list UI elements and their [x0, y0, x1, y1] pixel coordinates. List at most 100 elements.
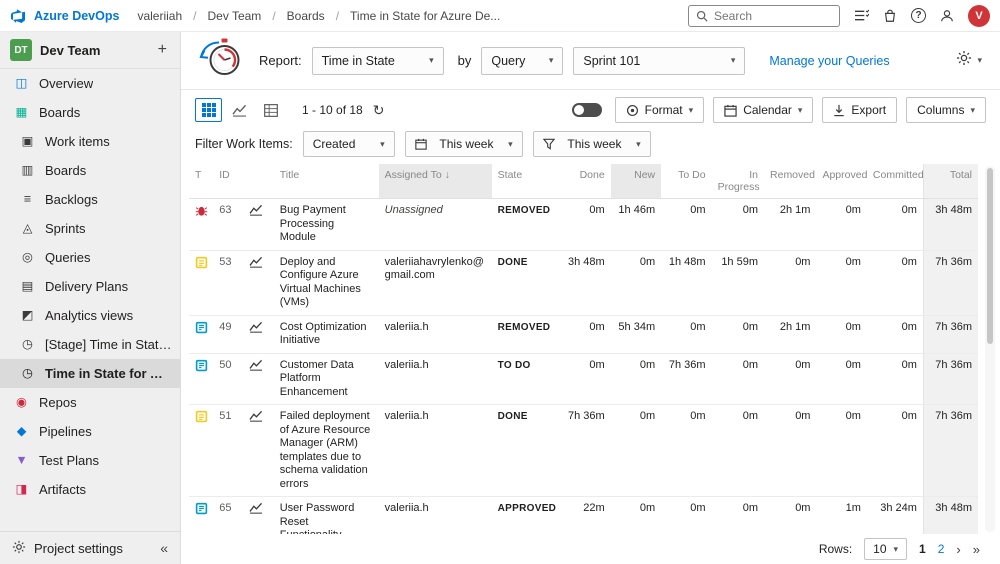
format-button[interactable]: Format ▾: [615, 97, 705, 123]
row-chart-icon[interactable]: [249, 502, 263, 514]
sidebar-item-test-plans[interactable]: ▼ Test Plans: [0, 446, 180, 475]
project-settings-button[interactable]: Project settings «: [0, 531, 180, 564]
column-header-approved[interactable]: Approved: [816, 164, 866, 199]
search-input[interactable]: [714, 9, 832, 23]
work-item-title[interactable]: Customer Data Platform Enhancement: [274, 353, 379, 405]
grid-view-button[interactable]: [195, 98, 222, 122]
sidebar-item-sprints[interactable]: ◬ Sprints: [0, 214, 180, 243]
table-row[interactable]: 65 User Password Reset Functionality val…: [189, 497, 978, 535]
boards-icon: ▦: [13, 106, 30, 119]
work-item-id: 63: [213, 199, 243, 251]
sidebar-item-stage-time-in-state-for-azur[interactable]: ◷ [Stage] Time in State for Azur...: [0, 330, 180, 359]
row-chart-icon[interactable]: [249, 204, 263, 216]
time-in-progress: 0m: [712, 405, 764, 497]
work-item-title[interactable]: Bug Payment Processing Module: [274, 199, 379, 251]
breadcrumb-hub[interactable]: Boards: [287, 9, 325, 23]
time-total: 3h 48m: [923, 199, 978, 251]
report-type-select[interactable]: Time in State ▾: [312, 47, 444, 75]
refresh-icon[interactable]: ↻: [373, 102, 385, 119]
work-item-title[interactable]: Failed deployment of Azure Resource Mana…: [274, 405, 379, 497]
sidebar-item-pipelines[interactable]: ◆ Pipelines: [0, 417, 180, 446]
page-2-button[interactable]: 2: [938, 542, 945, 556]
project-name[interactable]: Dev Team: [40, 43, 147, 58]
chart-view-button[interactable]: [226, 98, 253, 122]
table-row[interactable]: 63 Bug Payment Processing Module Unassig…: [189, 199, 978, 251]
rows-label: Rows:: [819, 542, 852, 556]
vertical-scrollbar[interactable]: [985, 166, 995, 532]
column-header-committed[interactable]: Committed: [867, 164, 924, 199]
user-settings-icon[interactable]: [940, 9, 954, 23]
scrollbar-thumb[interactable]: [987, 168, 993, 344]
sidebar-item-repos[interactable]: ◉ Repos: [0, 388, 180, 417]
search-box[interactable]: [688, 5, 840, 27]
table-row[interactable]: 51 Failed deployment of Azure Resource M…: [189, 405, 978, 497]
column-header-in-progress[interactable]: In Progress: [712, 164, 764, 199]
breadcrumb-page[interactable]: Time in State for Azure De...: [350, 9, 500, 23]
query-select[interactable]: Sprint 101 ▾: [573, 47, 745, 75]
row-chart-icon[interactable]: [249, 321, 263, 333]
rows-per-page-select[interactable]: 10 ▾: [864, 538, 907, 560]
sidebar-item-boards[interactable]: ▥ Boards: [0, 156, 180, 185]
manage-queries-link[interactable]: Manage your Queries: [769, 54, 889, 68]
filter-bar: Filter Work Items: Created ▾ This week ▾: [181, 130, 1000, 164]
project-avatar[interactable]: DT: [10, 39, 32, 61]
marketplace-bag-icon[interactable]: [883, 9, 897, 23]
row-chart-icon[interactable]: [249, 256, 263, 268]
time-removed: 0m: [764, 250, 816, 315]
column-header-assigned-to[interactable]: Assigned To ↓: [379, 164, 492, 199]
sidebar-item-time-in-state-for-azure-devo[interactable]: ◷ Time in State for Azure DevO...: [0, 359, 180, 388]
time-in-progress: 0m: [712, 497, 764, 535]
created-range-select[interactable]: This week ▾: [405, 131, 523, 157]
collapse-sidebar-icon[interactable]: «: [160, 540, 168, 556]
changed-range-select[interactable]: This week ▾: [533, 131, 651, 157]
column-header-total[interactable]: Total: [923, 164, 978, 199]
column-header-state[interactable]: State: [492, 164, 557, 199]
matrix-view-button[interactable]: [257, 98, 284, 122]
column-header-title[interactable]: Title: [274, 164, 379, 199]
task-list-icon[interactable]: [854, 9, 869, 22]
sidebar-item-backlogs[interactable]: ≡ Backlogs: [0, 185, 180, 214]
work-item-title[interactable]: Cost Optimization Initiative: [274, 315, 379, 353]
sidebar-item-queries[interactable]: ◎ Queries: [0, 243, 180, 272]
next-page-icon[interactable]: ›: [956, 542, 960, 557]
column-header-to-do[interactable]: To Do: [661, 164, 711, 199]
brand[interactable]: Azure DevOps: [34, 9, 119, 23]
table-row[interactable]: 49 Cost Optimization Initiative valeriia…: [189, 315, 978, 353]
sidebar-item-analytics-views[interactable]: ◩ Analytics views: [0, 301, 180, 330]
sidebar-item-work-items[interactable]: ▣ Work items: [0, 127, 180, 156]
work-item-title[interactable]: User Password Reset Functionality: [274, 497, 379, 535]
time-removed: 2h 1m: [764, 315, 816, 353]
view-toggle[interactable]: [572, 103, 602, 117]
sidebar-item-artifacts[interactable]: ◨ Artifacts: [0, 475, 180, 504]
work-item-title[interactable]: Deploy and Configure Azure Virtual Machi…: [274, 250, 379, 315]
report-header: Report: Time in State ▾ by Query ▾ Sprin…: [181, 32, 1000, 90]
help-icon[interactable]: ?: [911, 8, 926, 23]
export-button[interactable]: Export: [822, 97, 897, 123]
columns-button[interactable]: Columns ▾: [906, 97, 986, 123]
state-value: TO DO: [492, 353, 557, 405]
filter-field-select[interactable]: Created ▾: [303, 131, 395, 157]
sidebar-item-boards[interactable]: ▦ Boards: [0, 98, 180, 127]
row-chart-icon[interactable]: [249, 410, 263, 422]
last-page-icon[interactable]: »: [973, 542, 980, 557]
sidebar-item-overview[interactable]: ◫ Overview: [0, 69, 180, 98]
azure-devops-logo-icon[interactable]: [10, 8, 26, 24]
task-icon: [195, 256, 208, 269]
breadcrumb-project[interactable]: Dev Team: [208, 9, 262, 23]
column-header-type[interactable]: T: [189, 164, 213, 199]
table-row[interactable]: 53 Deploy and Configure Azure Virtual Ma…: [189, 250, 978, 315]
add-project-item-button[interactable]: +: [155, 41, 170, 59]
avatar[interactable]: V: [968, 5, 990, 27]
row-chart-icon[interactable]: [249, 359, 263, 371]
source-select[interactable]: Query ▾: [481, 47, 563, 75]
sidebar-item-delivery-plans[interactable]: ▤ Delivery Plans: [0, 272, 180, 301]
column-header-removed[interactable]: Removed: [764, 164, 816, 199]
column-header-new[interactable]: New: [611, 164, 661, 199]
calendar-button[interactable]: Calendar ▾: [713, 97, 813, 123]
column-header-id[interactable]: ID: [213, 164, 243, 199]
report-settings-button[interactable]: ▾: [952, 46, 986, 75]
column-header-done[interactable]: Done: [556, 164, 610, 199]
page-1-button[interactable]: 1: [919, 542, 926, 556]
table-row[interactable]: 50 Customer Data Platform Enhancement va…: [189, 353, 978, 405]
breadcrumb-org[interactable]: valeriiah: [137, 9, 182, 23]
